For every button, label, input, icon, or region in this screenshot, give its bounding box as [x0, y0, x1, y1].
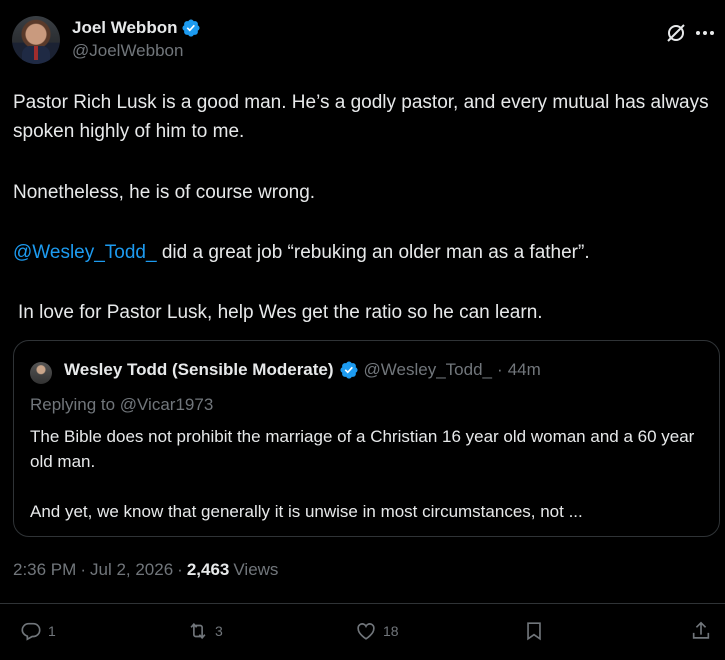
post-paragraph: In love for Pastor Lusk, help Wes get th… [18, 302, 543, 323]
action-bar: 1 3 18 [0, 612, 725, 652]
quoted-post[interactable]: Wesley Todd (Sensible Moderate) @Wesley_… [13, 340, 720, 537]
post-paragraph-text: did a great job “rebuking an older man a… [156, 242, 590, 263]
like-button[interactable]: 18 [355, 620, 399, 642]
like-icon [357, 623, 375, 640]
verified-badge-icon [182, 19, 201, 37]
quoted-paragraph: The Bible does not prohibit the marriage… [30, 427, 695, 471]
more-icon[interactable] [696, 30, 720, 36]
quoted-paragraph: And yet, we know that generally it is un… [30, 502, 583, 521]
post-paragraph: Nonetheless, he is of course wrong. [13, 182, 316, 203]
quoted-display-name[interactable]: Wesley Todd (Sensible Moderate) [64, 360, 334, 380]
quoted-text: The Bible does not prohibit the marriage… [30, 424, 710, 524]
post-header: Joel Webbon @JoelWebbon [12, 16, 714, 68]
like-count: 18 [383, 623, 399, 639]
bookmark-icon [527, 622, 541, 641]
share-icon [692, 621, 710, 639]
quoted-time[interactable]: 44m [508, 360, 541, 380]
post-paragraph: @Wesley_Todd_ did a great job “rebuking … [13, 238, 590, 267]
post-meta: 2:36 PM · Jul 2, 2026 · 2,463 Views [13, 560, 278, 580]
repost-icon [190, 622, 206, 640]
author-display-name-text[interactable]: Joel Webbon [72, 18, 177, 38]
repost-button[interactable]: 3 [187, 620, 223, 642]
separator: · [177, 560, 183, 579]
author-names: Joel Webbon @JoelWebbon [72, 18, 201, 61]
post-paragraph: Pastor Rich Lusk is a good man. He’s a g… [13, 92, 709, 142]
quoted-avatar[interactable] [30, 362, 52, 384]
mention-link[interactable]: @Wesley_Todd_ [13, 242, 157, 263]
author-display-name[interactable]: Joel Webbon [72, 18, 201, 38]
divider [0, 603, 725, 604]
verified-badge-icon [340, 361, 358, 379]
separator: · [497, 360, 503, 379]
grok-icon[interactable] [664, 21, 688, 45]
avatar[interactable] [12, 16, 60, 64]
reply-count: 1 [48, 623, 56, 639]
reply-icon [21, 622, 41, 641]
replying-to: Replying to @Vicar1973 [30, 395, 214, 414]
repost-count: 3 [215, 623, 223, 639]
views-label: Views [233, 560, 279, 579]
quoted-handle[interactable]: @Wesley_Todd_ [364, 360, 492, 380]
share-button[interactable] [690, 620, 712, 642]
separator: · [80, 560, 86, 579]
views-count: 2,463 [186, 560, 230, 579]
quoted-header: Wesley Todd (Sensible Moderate) @Wesley_… [64, 360, 541, 380]
reply-button[interactable]: 1 [20, 620, 56, 642]
author-handle[interactable]: @JoelWebbon [72, 41, 201, 61]
bookmark-button[interactable] [523, 620, 545, 642]
post-time[interactable]: 2:36 PM [13, 560, 76, 580]
post-date[interactable]: Jul 2, 2026 [90, 560, 173, 580]
